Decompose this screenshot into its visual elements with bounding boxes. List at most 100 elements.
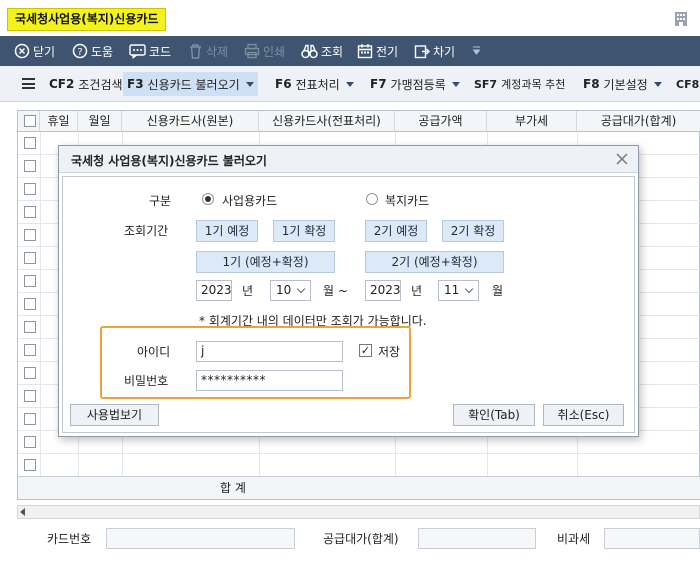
code-button[interactable]: 코드 [129, 36, 171, 66]
btn-2nd-confirm[interactable]: 2기 확정 [442, 220, 504, 242]
app-window: 국세청사업용(복지)신용카드 닫기 ? 도움 코드 삭제 인쇄 조회 전기 차기… [0, 0, 700, 572]
fn-key: CF2 [49, 77, 75, 91]
prev-period-button[interactable]: 전기 [357, 36, 398, 66]
cancel-button[interactable]: 취소(Esc) [543, 404, 624, 426]
fn-default-settings[interactable]: F8 기본설정 [579, 72, 666, 96]
from-month-unit: 월 ~ [323, 284, 348, 298]
code-icon [129, 43, 146, 59]
sum-label: 합 계 [220, 481, 246, 495]
btn-1st-confirm[interactable]: 1기 확정 [273, 220, 335, 242]
row-checkbox[interactable] [24, 183, 36, 195]
row-checkbox[interactable] [24, 229, 36, 241]
usage-guide-button[interactable]: 사용법보기 [70, 404, 159, 426]
radio-welfare-label: 복지카드 [385, 194, 430, 208]
btn-1st-both[interactable]: 1기 (예정+확정) [196, 251, 335, 273]
period-label: 조회기간 [124, 224, 169, 238]
building-icon[interactable] [674, 11, 688, 27]
radio-welfare-card[interactable] [366, 193, 378, 205]
row-checkbox[interactable] [24, 344, 36, 356]
col-card-original[interactable]: 신용카드사(원본) [122, 111, 259, 132]
help-button[interactable]: ? 도움 [72, 36, 113, 66]
fn-condition-search[interactable]: CF2 조건검색 [45, 72, 127, 96]
print-icon [244, 43, 260, 59]
fn-label: 가맹점등록 [390, 77, 446, 92]
dialog-header: 국세청 사업용(복지)신용카드 불러오기 [59, 146, 638, 173]
sum-row: 합 계 [18, 476, 700, 499]
card-no-label: 카드번호 [47, 532, 92, 546]
row-checkbox[interactable] [24, 275, 36, 287]
from-month-value: 10 [276, 283, 292, 297]
to-year-input[interactable]: 2023 [365, 280, 401, 301]
btn-2nd-estimate[interactable]: 2기 예정 [365, 220, 427, 242]
print-label: 인쇄 [263, 44, 286, 59]
col-date[interactable]: 월일 [78, 111, 122, 132]
fn-card-import[interactable]: F3 신용카드 불러오기 [123, 72, 258, 96]
chevron-down-icon [296, 284, 306, 294]
scroll-left-icon[interactable] [20, 508, 25, 516]
close-icon[interactable] [614, 151, 630, 167]
row-checkbox[interactable] [24, 321, 36, 333]
fn-cf8[interactable]: CF8 일 [672, 72, 700, 96]
fn-label: 계정과목 추천 [501, 78, 566, 91]
fn-key: F8 [583, 77, 600, 91]
fn-voucher[interactable]: F6 전표처리 [271, 72, 358, 96]
row-checkbox[interactable] [24, 390, 36, 402]
radio-business-label: 사업용카드 [222, 194, 278, 208]
fn-label: 전표처리 [295, 77, 340, 92]
calendar-icon [357, 44, 373, 59]
row-checkbox[interactable] [24, 298, 36, 310]
radio-business-card[interactable] [202, 193, 214, 205]
to-month-unit: 월 [492, 284, 504, 298]
to-year-unit: 년 [411, 284, 423, 298]
to-month-select[interactable]: 11 [438, 280, 479, 301]
chevron-down-icon [653, 81, 662, 87]
header-select-all[interactable] [18, 111, 40, 132]
next-period-label: 차기 [433, 44, 456, 59]
ok-button[interactable]: 확인(Tab) [453, 404, 535, 426]
svg-text:?: ? [77, 47, 82, 58]
fn-key: CF8 [676, 77, 700, 91]
to-month-value: 11 [444, 283, 460, 297]
column-divider [40, 132, 41, 476]
fn-label: 신용카드 불러오기 [147, 77, 240, 92]
horizontal-scrollbar[interactable] [17, 505, 700, 519]
from-year-input[interactable]: 2023 [196, 280, 232, 301]
row-checkbox[interactable] [24, 367, 36, 379]
chevron-down-icon [451, 81, 460, 87]
row-checkbox[interactable] [24, 137, 36, 149]
close-button[interactable]: 닫기 [14, 36, 55, 66]
fn-merchant[interactable]: F7 가맹점등록 [366, 72, 464, 96]
code-label: 코드 [149, 44, 172, 59]
delete-button[interactable]: 삭제 [188, 36, 228, 66]
row-checkbox[interactable] [24, 160, 36, 172]
col-vat[interactable]: 부가세 [487, 111, 577, 132]
card-no-field [106, 528, 295, 549]
search-button[interactable]: 조회 [301, 36, 343, 66]
row-checkbox[interactable] [24, 206, 36, 218]
row-checkbox[interactable] [24, 459, 36, 471]
btn-1st-estimate[interactable]: 1기 예정 [196, 220, 258, 242]
forward-icon [414, 45, 430, 59]
chevron-down-icon [464, 284, 474, 294]
from-month-select[interactable]: 10 [270, 280, 311, 301]
next-period-button[interactable]: 차기 [414, 36, 455, 66]
select-all-checkbox[interactable] [24, 115, 36, 127]
toolbar-more-button[interactable] [472, 36, 481, 66]
chevron-down-icon [345, 81, 354, 87]
col-supply-total[interactable]: 공급대가(합계) [577, 111, 700, 132]
col-supply-amount[interactable]: 공급가액 [395, 111, 487, 132]
close-label: 닫기 [33, 44, 56, 59]
row-checkbox[interactable] [24, 436, 36, 448]
print-button[interactable]: 인쇄 [244, 36, 285, 66]
table-row[interactable] [18, 454, 700, 477]
row-checkbox[interactable] [24, 252, 36, 264]
search-label: 조회 [321, 44, 344, 59]
col-card-voucher[interactable]: 신용카드사(전표처리) [259, 111, 395, 132]
row-checkbox[interactable] [24, 413, 36, 425]
btn-2nd-both[interactable]: 2기 (예정+확정) [365, 251, 504, 273]
fn-account-recommend[interactable]: SF7 계정과목 추천 [470, 72, 569, 96]
col-holiday[interactable]: 휴일 [40, 111, 78, 132]
help-label: 도움 [91, 44, 114, 59]
supply-total-label: 공급대가(합계) [323, 532, 399, 546]
menu-icon[interactable] [22, 78, 35, 89]
